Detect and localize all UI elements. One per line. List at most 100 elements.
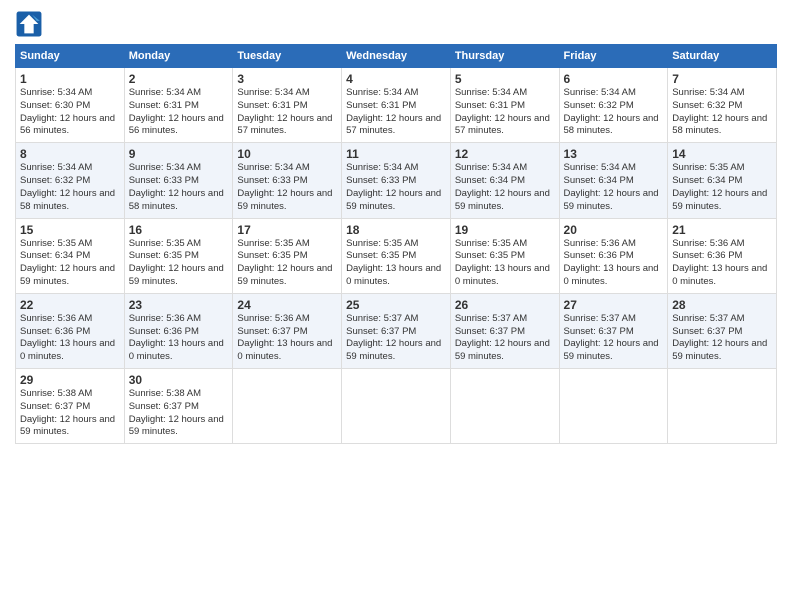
day-info: Sunrise: 5:34 AM Sunset: 6:31 PM Dayligh… — [346, 87, 446, 138]
day-info: Sunrise: 5:34 AM Sunset: 6:33 PM Dayligh… — [346, 162, 446, 213]
day-info: Sunrise: 5:34 AM Sunset: 6:31 PM Dayligh… — [455, 87, 555, 138]
calendar-cell: 13 Sunrise: 5:34 AM Sunset: 6:34 PM Dayl… — [559, 143, 668, 218]
calendar-cell: 6 Sunrise: 5:34 AM Sunset: 6:32 PM Dayli… — [559, 68, 668, 143]
day-number: 19 — [455, 223, 555, 237]
calendar-cell: 22 Sunrise: 5:36 AM Sunset: 6:36 PM Dayl… — [16, 293, 125, 368]
day-number: 10 — [237, 147, 337, 161]
day-number: 5 — [455, 72, 555, 86]
day-info: Sunrise: 5:36 AM Sunset: 6:37 PM Dayligh… — [237, 313, 337, 364]
day-info: Sunrise: 5:35 AM Sunset: 6:34 PM Dayligh… — [20, 238, 120, 289]
weekday-friday: Friday — [559, 45, 668, 68]
logo-icon — [15, 10, 43, 38]
day-number: 3 — [237, 72, 337, 86]
calendar-body: 1 Sunrise: 5:34 AM Sunset: 6:30 PM Dayli… — [16, 68, 777, 444]
day-number: 8 — [20, 147, 120, 161]
day-number: 2 — [129, 72, 229, 86]
day-info: Sunrise: 5:35 AM Sunset: 6:34 PM Dayligh… — [672, 162, 772, 213]
calendar-cell: 7 Sunrise: 5:34 AM Sunset: 6:32 PM Dayli… — [668, 68, 777, 143]
day-info: Sunrise: 5:34 AM Sunset: 6:33 PM Dayligh… — [237, 162, 337, 213]
day-info: Sunrise: 5:36 AM Sunset: 6:36 PM Dayligh… — [672, 238, 772, 289]
day-number: 12 — [455, 147, 555, 161]
day-info: Sunrise: 5:34 AM Sunset: 6:33 PM Dayligh… — [129, 162, 229, 213]
day-info: Sunrise: 5:36 AM Sunset: 6:36 PM Dayligh… — [20, 313, 120, 364]
calendar-cell — [342, 369, 451, 444]
calendar-cell: 19 Sunrise: 5:35 AM Sunset: 6:35 PM Dayl… — [450, 218, 559, 293]
calendar-cell: 8 Sunrise: 5:34 AM Sunset: 6:32 PM Dayli… — [16, 143, 125, 218]
calendar-cell: 27 Sunrise: 5:37 AM Sunset: 6:37 PM Dayl… — [559, 293, 668, 368]
logo — [15, 10, 47, 38]
day-number: 23 — [129, 298, 229, 312]
calendar-cell: 1 Sunrise: 5:34 AM Sunset: 6:30 PM Dayli… — [16, 68, 125, 143]
calendar-cell: 24 Sunrise: 5:36 AM Sunset: 6:37 PM Dayl… — [233, 293, 342, 368]
day-info: Sunrise: 5:34 AM Sunset: 6:31 PM Dayligh… — [237, 87, 337, 138]
day-info: Sunrise: 5:34 AM Sunset: 6:34 PM Dayligh… — [564, 162, 664, 213]
day-number: 15 — [20, 223, 120, 237]
header — [15, 10, 777, 38]
day-number: 30 — [129, 373, 229, 387]
calendar-cell: 17 Sunrise: 5:35 AM Sunset: 6:35 PM Dayl… — [233, 218, 342, 293]
weekday-sunday: Sunday — [16, 45, 125, 68]
week-row-4: 22 Sunrise: 5:36 AM Sunset: 6:36 PM Dayl… — [16, 293, 777, 368]
calendar-cell: 30 Sunrise: 5:38 AM Sunset: 6:37 PM Dayl… — [124, 369, 233, 444]
calendar-cell: 15 Sunrise: 5:35 AM Sunset: 6:34 PM Dayl… — [16, 218, 125, 293]
weekday-thursday: Thursday — [450, 45, 559, 68]
calendar-cell: 14 Sunrise: 5:35 AM Sunset: 6:34 PM Dayl… — [668, 143, 777, 218]
calendar-cell: 23 Sunrise: 5:36 AM Sunset: 6:36 PM Dayl… — [124, 293, 233, 368]
calendar-cell — [668, 369, 777, 444]
calendar-cell: 25 Sunrise: 5:37 AM Sunset: 6:37 PM Dayl… — [342, 293, 451, 368]
weekday-monday: Monday — [124, 45, 233, 68]
calendar-cell: 12 Sunrise: 5:34 AM Sunset: 6:34 PM Dayl… — [450, 143, 559, 218]
day-number: 13 — [564, 147, 664, 161]
calendar-cell: 9 Sunrise: 5:34 AM Sunset: 6:33 PM Dayli… — [124, 143, 233, 218]
day-number: 21 — [672, 223, 772, 237]
day-number: 16 — [129, 223, 229, 237]
day-info: Sunrise: 5:34 AM Sunset: 6:32 PM Dayligh… — [672, 87, 772, 138]
calendar-cell: 26 Sunrise: 5:37 AM Sunset: 6:37 PM Dayl… — [450, 293, 559, 368]
day-info: Sunrise: 5:37 AM Sunset: 6:37 PM Dayligh… — [346, 313, 446, 364]
day-number: 20 — [564, 223, 664, 237]
day-info: Sunrise: 5:37 AM Sunset: 6:37 PM Dayligh… — [672, 313, 772, 364]
calendar-cell — [559, 369, 668, 444]
day-number: 9 — [129, 147, 229, 161]
day-info: Sunrise: 5:35 AM Sunset: 6:35 PM Dayligh… — [129, 238, 229, 289]
calendar-cell: 2 Sunrise: 5:34 AM Sunset: 6:31 PM Dayli… — [124, 68, 233, 143]
weekday-wednesday: Wednesday — [342, 45, 451, 68]
day-number: 17 — [237, 223, 337, 237]
day-info: Sunrise: 5:38 AM Sunset: 6:37 PM Dayligh… — [20, 388, 120, 439]
day-number: 24 — [237, 298, 337, 312]
day-info: Sunrise: 5:34 AM Sunset: 6:30 PM Dayligh… — [20, 87, 120, 138]
calendar-cell: 29 Sunrise: 5:38 AM Sunset: 6:37 PM Dayl… — [16, 369, 125, 444]
page: SundayMondayTuesdayWednesdayThursdayFrid… — [0, 0, 792, 612]
day-number: 26 — [455, 298, 555, 312]
day-info: Sunrise: 5:34 AM Sunset: 6:31 PM Dayligh… — [129, 87, 229, 138]
calendar-cell — [450, 369, 559, 444]
day-number: 29 — [20, 373, 120, 387]
calendar-cell: 28 Sunrise: 5:37 AM Sunset: 6:37 PM Dayl… — [668, 293, 777, 368]
calendar-cell: 4 Sunrise: 5:34 AM Sunset: 6:31 PM Dayli… — [342, 68, 451, 143]
weekday-row: SundayMondayTuesdayWednesdayThursdayFrid… — [16, 45, 777, 68]
week-row-5: 29 Sunrise: 5:38 AM Sunset: 6:37 PM Dayl… — [16, 369, 777, 444]
day-info: Sunrise: 5:34 AM Sunset: 6:34 PM Dayligh… — [455, 162, 555, 213]
day-info: Sunrise: 5:35 AM Sunset: 6:35 PM Dayligh… — [237, 238, 337, 289]
calendar-cell: 11 Sunrise: 5:34 AM Sunset: 6:33 PM Dayl… — [342, 143, 451, 218]
day-number: 4 — [346, 72, 446, 86]
calendar-cell — [233, 369, 342, 444]
day-info: Sunrise: 5:35 AM Sunset: 6:35 PM Dayligh… — [346, 238, 446, 289]
day-number: 22 — [20, 298, 120, 312]
day-number: 7 — [672, 72, 772, 86]
day-info: Sunrise: 5:37 AM Sunset: 6:37 PM Dayligh… — [564, 313, 664, 364]
day-info: Sunrise: 5:36 AM Sunset: 6:36 PM Dayligh… — [564, 238, 664, 289]
calendar-cell: 5 Sunrise: 5:34 AM Sunset: 6:31 PM Dayli… — [450, 68, 559, 143]
day-number: 18 — [346, 223, 446, 237]
calendar-cell: 16 Sunrise: 5:35 AM Sunset: 6:35 PM Dayl… — [124, 218, 233, 293]
day-info: Sunrise: 5:36 AM Sunset: 6:36 PM Dayligh… — [129, 313, 229, 364]
calendar: SundayMondayTuesdayWednesdayThursdayFrid… — [15, 44, 777, 444]
calendar-cell: 10 Sunrise: 5:34 AM Sunset: 6:33 PM Dayl… — [233, 143, 342, 218]
day-info: Sunrise: 5:37 AM Sunset: 6:37 PM Dayligh… — [455, 313, 555, 364]
day-number: 27 — [564, 298, 664, 312]
day-info: Sunrise: 5:34 AM Sunset: 6:32 PM Dayligh… — [20, 162, 120, 213]
day-number: 14 — [672, 147, 772, 161]
weekday-tuesday: Tuesday — [233, 45, 342, 68]
calendar-header: SundayMondayTuesdayWednesdayThursdayFrid… — [16, 45, 777, 68]
week-row-3: 15 Sunrise: 5:35 AM Sunset: 6:34 PM Dayl… — [16, 218, 777, 293]
